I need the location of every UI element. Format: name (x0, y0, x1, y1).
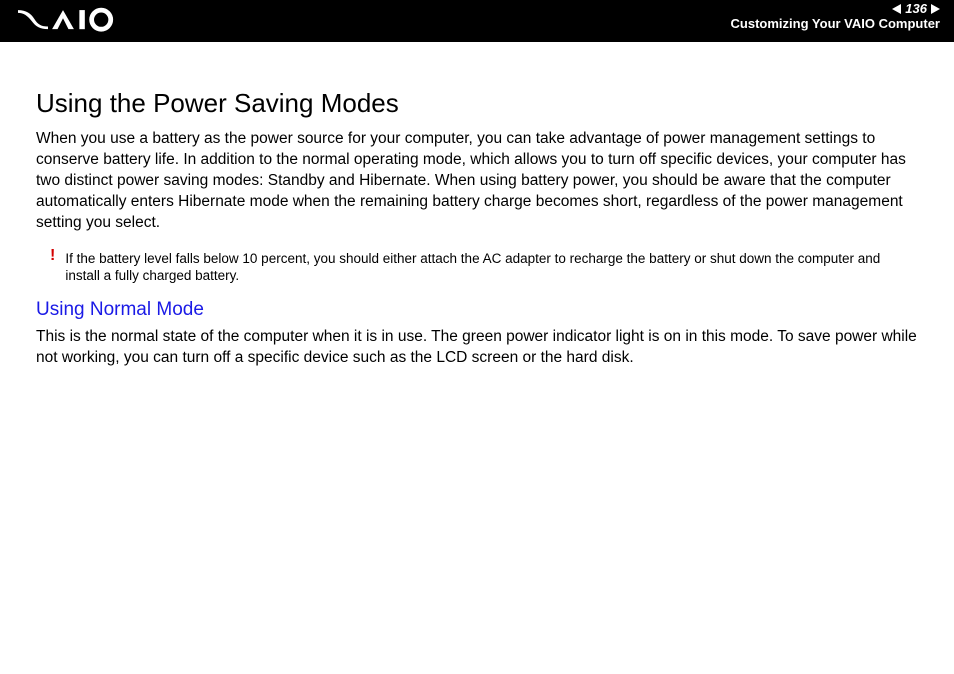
sub-paragraph: This is the normal state of the computer… (36, 327, 918, 369)
intro-paragraph: When you use a battery as the power sour… (36, 129, 918, 234)
warning-text: If the battery level falls below 10 perc… (65, 250, 918, 285)
section-title: Customizing Your VAIO Computer (731, 17, 940, 31)
prev-page-icon[interactable] (892, 4, 901, 14)
warning-block: ! If the battery level falls below 10 pe… (64, 250, 918, 285)
page-title: Using the Power Saving Modes (36, 88, 918, 119)
warning-icon: ! (50, 248, 55, 264)
page-number: 136 (905, 2, 927, 16)
header-nav: 136 Customizing Your VAIO Computer (731, 2, 940, 32)
subheading: Using Normal Mode (36, 299, 918, 321)
next-page-icon[interactable] (931, 4, 940, 14)
page-content: Using the Power Saving Modes When you us… (0, 42, 954, 369)
vaio-logo (18, 6, 168, 36)
page-header: 136 Customizing Your VAIO Computer (0, 0, 954, 42)
